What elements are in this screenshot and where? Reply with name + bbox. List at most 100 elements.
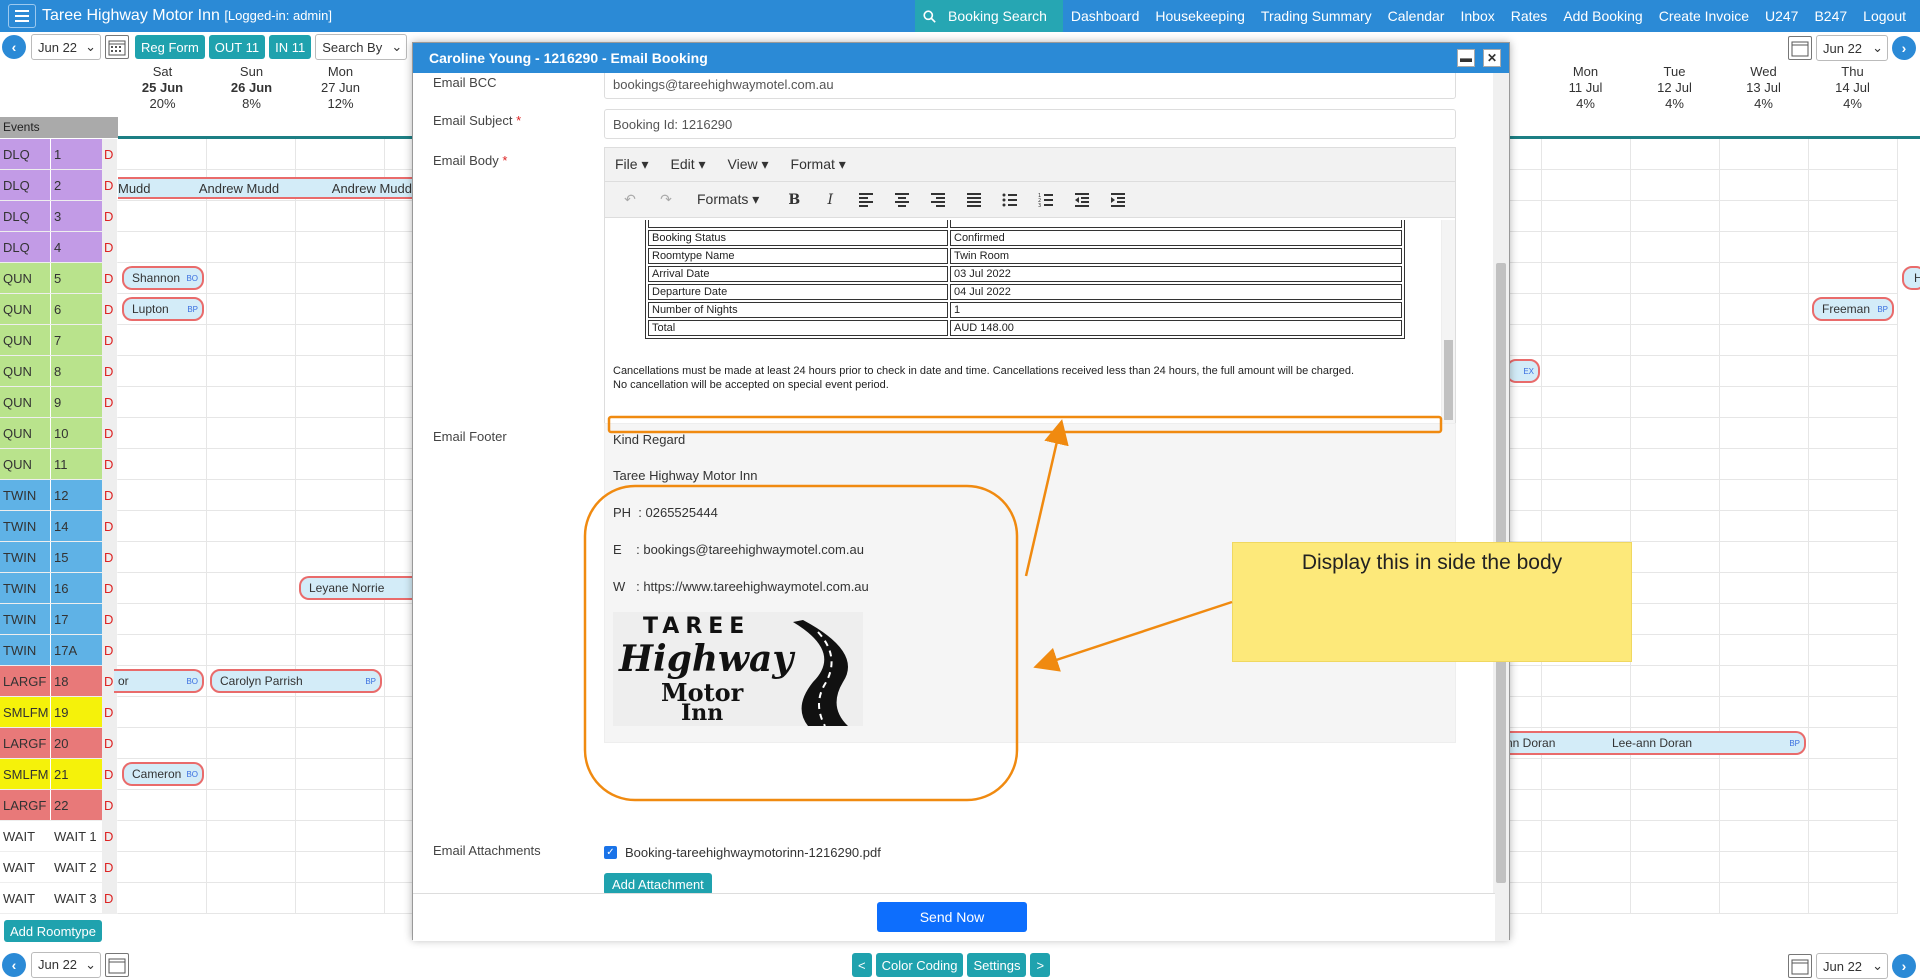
grid-cell[interactable] (1809, 263, 1898, 294)
outdent-icon[interactable] (1067, 187, 1097, 213)
editor-content[interactable]: Booking Status Confirmed Roomtype Name Twi… (605, 220, 1441, 442)
grid-cell[interactable] (118, 573, 207, 604)
room-row-label[interactable]: LARGF 18 D (0, 666, 118, 697)
calendar-icon[interactable] (1788, 36, 1812, 60)
grid-cell[interactable] (1631, 635, 1720, 666)
next-arrow-icon[interactable]: › (1892, 36, 1916, 60)
undo-icon[interactable]: ↶ (615, 187, 645, 213)
grid-cell[interactable] (1809, 170, 1898, 201)
prev-button[interactable]: < (852, 953, 872, 977)
grid-cell[interactable] (1809, 635, 1898, 666)
room-row-label[interactable]: QUN 5 D (0, 263, 118, 294)
grid-cell[interactable] (207, 418, 296, 449)
grid-cell[interactable] (1631, 821, 1720, 852)
room-row-label[interactable]: TWIN 16 D (0, 573, 118, 604)
grid-cell[interactable] (296, 821, 385, 852)
nav-inbox[interactable]: Inbox (1452, 0, 1502, 32)
booking-bar[interactable]: Mudd Andrew Mudd Andrew Mudd (118, 177, 412, 199)
prev-arrow-icon[interactable]: ‹ (2, 952, 26, 977)
grid-cell[interactable] (1542, 480, 1631, 511)
grid-cell[interactable] (1631, 697, 1720, 728)
grid-cell[interactable] (1809, 883, 1898, 914)
grid-cell[interactable] (296, 604, 385, 635)
grid-cell[interactable] (118, 542, 207, 573)
grid-cell[interactable] (1631, 666, 1720, 697)
grid-cell[interactable] (1631, 418, 1720, 449)
room-row-label[interactable]: TWIN 12 D (0, 480, 118, 511)
grid-cell[interactable] (1542, 759, 1631, 790)
room-row-label[interactable]: QUN 10 D (0, 418, 118, 449)
grid-cell[interactable] (1720, 542, 1809, 573)
grid-cell[interactable] (1631, 325, 1720, 356)
grid-cell[interactable] (118, 852, 207, 883)
grid-cell[interactable] (118, 604, 207, 635)
grid-cell[interactable] (1631, 604, 1720, 635)
grid-cell[interactable] (207, 139, 296, 170)
grid-cell[interactable] (1809, 325, 1898, 356)
grid-cell[interactable] (296, 263, 385, 294)
minimize-icon[interactable]: ▬ (1457, 49, 1475, 67)
grid-cell[interactable] (296, 139, 385, 170)
grid-cell[interactable] (207, 542, 296, 573)
grid-cell[interactable] (1809, 511, 1898, 542)
grid-cell[interactable] (1720, 666, 1809, 697)
month-select-right[interactable]: Jun 22 ⌄ (1816, 953, 1888, 979)
grid-cell[interactable] (1720, 511, 1809, 542)
justify-icon[interactable] (959, 187, 989, 213)
menu-view[interactable]: View ▾ (728, 156, 769, 173)
grid-cell[interactable] (1720, 232, 1809, 263)
booking-bar[interactable]: Carolyn Parrish BP (210, 669, 382, 693)
grid-cell[interactable] (1720, 449, 1809, 480)
grid-cell[interactable] (1631, 201, 1720, 232)
grid-cell[interactable] (207, 511, 296, 542)
booking-bar[interactable]: nn Doran Lee-ann Doran BP (1506, 731, 1806, 755)
numbered-list-icon[interactable]: 123 (1031, 187, 1061, 213)
grid-cell[interactable] (1631, 480, 1720, 511)
grid-cell[interactable] (207, 480, 296, 511)
grid-cell[interactable] (1809, 821, 1898, 852)
grid-cell[interactable] (1542, 697, 1631, 728)
room-row-label[interactable]: SMLFM 19 D (0, 697, 118, 728)
menu-edit[interactable]: Edit ▾ (670, 156, 705, 173)
month-select-left[interactable]: Jun 22 ⌄ (31, 951, 101, 978)
prev-arrow-icon[interactable]: ‹ (2, 35, 26, 59)
grid-cell[interactable] (1809, 232, 1898, 263)
grid-cell[interactable] (1631, 852, 1720, 883)
room-row-label[interactable]: QUN 11 D (0, 449, 118, 480)
room-row-label[interactable]: SMLFM 21 D (0, 759, 118, 790)
grid-cell[interactable] (1720, 325, 1809, 356)
booking-bar[interactable]: Lupton BP (122, 297, 204, 321)
grid-cell[interactable] (1809, 387, 1898, 418)
nav-housekeeping[interactable]: Housekeeping (1147, 0, 1253, 32)
menu-file[interactable]: File ▾ (615, 156, 648, 173)
grid-cell[interactable] (207, 604, 296, 635)
grid-cell[interactable] (1631, 790, 1720, 821)
nav-dashboard[interactable]: Dashboard (1063, 0, 1148, 32)
search-by-select[interactable]: Search By ⌄ (315, 34, 408, 60)
align-right-icon[interactable] (923, 187, 953, 213)
in-button[interactable]: IN 11 (269, 35, 312, 59)
grid-cell[interactable] (1809, 418, 1898, 449)
grid-cell[interactable] (1631, 449, 1720, 480)
grid-cell[interactable] (296, 852, 385, 883)
grid-cell[interactable] (1720, 573, 1809, 604)
grid-cell[interactable] (1631, 263, 1720, 294)
grid-cell[interactable] (296, 511, 385, 542)
room-row-label[interactable]: WAIT WAIT 2D (0, 852, 118, 883)
grid-cell[interactable] (118, 790, 207, 821)
italic-icon[interactable]: I (815, 187, 845, 213)
grid-cell[interactable] (1542, 418, 1631, 449)
add-roomtype-button[interactable]: Add Roomtype (4, 920, 102, 942)
grid-cell[interactable] (118, 635, 207, 666)
room-row-label[interactable]: QUN 8 D (0, 356, 118, 387)
nav-b247[interactable]: B247 (1806, 0, 1855, 32)
room-row-label[interactable]: TWIN 17A D (0, 635, 118, 666)
grid-cell[interactable] (1720, 139, 1809, 170)
grid-cell[interactable] (1631, 232, 1720, 263)
month-select-right[interactable]: Jun 22 ⌄ (1816, 35, 1888, 61)
room-row-label[interactable]: QUN 6 D (0, 294, 118, 325)
grid-cell[interactable] (296, 635, 385, 666)
room-row-label[interactable]: DLQ 2 D (0, 170, 118, 201)
grid-cell[interactable] (207, 790, 296, 821)
close-icon[interactable]: ✕ (1483, 49, 1501, 67)
